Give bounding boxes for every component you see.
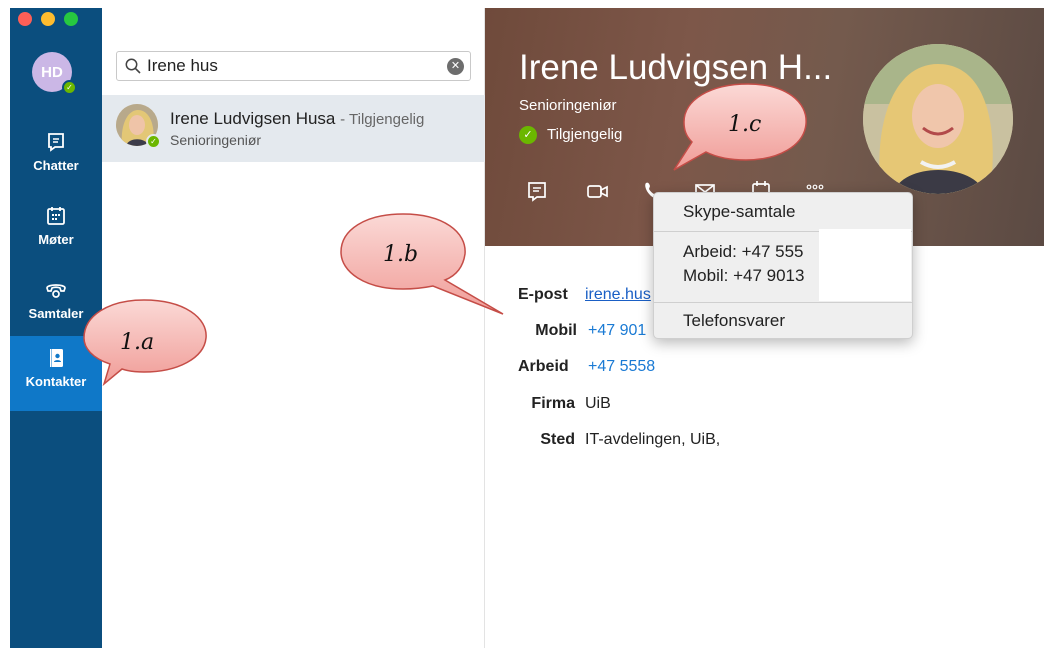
search-box: ✕	[116, 51, 471, 81]
contact-presence-icon: ✓	[146, 134, 161, 149]
email-label: E-post	[518, 286, 568, 303]
phone-icon	[46, 284, 66, 298]
redaction-block	[819, 229, 911, 301]
location-value: IT-avdelingen, UiB,	[585, 431, 721, 448]
video-call-icon[interactable]	[581, 175, 613, 207]
menu-separator	[654, 302, 912, 303]
location-label: Sted	[540, 431, 575, 448]
search-result-item[interactable]: ✓ Irene Ludvigsen Husa - Tilgjengelig Se…	[102, 95, 485, 162]
redaction-block	[683, 348, 733, 378]
search-input[interactable]	[147, 55, 437, 77]
callout-1a: 1.a	[83, 299, 207, 387]
nav-item-moter[interactable]: Møter	[10, 194, 102, 264]
calendar-icon	[47, 207, 65, 225]
result-name: Irene Ludvigsen Husa	[170, 109, 336, 128]
close-window-button[interactable]	[18, 12, 32, 26]
chat-action-icon[interactable]	[521, 175, 553, 207]
contact-status: Tilgjengelig	[547, 126, 623, 143]
menu-item-voicemail[interactable]: Telefonsvarer	[683, 311, 785, 331]
user-initials: HD	[41, 63, 63, 81]
result-status: - Tilgjengelig	[340, 111, 425, 128]
callout-1c-label: 1.c	[728, 112, 761, 137]
mobile-label: Mobil	[535, 322, 577, 339]
result-name-line: Irene Ludvigsen Husa - Tilgjengelig	[170, 109, 424, 129]
nav-label-chatter: Chatter	[33, 158, 79, 173]
nav-label-moter: Møter	[38, 232, 74, 247]
minimize-window-button[interactable]	[41, 12, 55, 26]
callout-1c: 1.c	[673, 83, 807, 171]
menu-item-mobile-phone[interactable]: Mobil: +47 9013	[683, 266, 804, 286]
callout-1b: 1.b	[340, 213, 504, 315]
callout-1b-label: 1.b	[383, 242, 418, 267]
company-label: Firma	[531, 395, 575, 412]
result-title: Senioringeniør	[170, 132, 262, 148]
company-value: UiB	[585, 395, 611, 412]
email-link[interactable]: irene.hus	[585, 286, 651, 304]
chat-icon	[48, 133, 64, 152]
available-status-icon: ✓	[519, 126, 537, 144]
contacts-icon	[49, 349, 63, 367]
callout-1a-label: 1.a	[120, 330, 154, 355]
nav-item-chatter[interactable]: Chatter	[10, 120, 102, 190]
work-number[interactable]: +47 5558	[588, 358, 655, 376]
contact-title: Senioringeniør	[519, 97, 617, 114]
zoom-window-button[interactable]	[64, 12, 78, 26]
clear-search-icon[interactable]: ✕	[447, 58, 464, 75]
contact-photo	[863, 44, 1013, 194]
call-options-menu: Skype-samtale Arbeid: +47 555 Mobil: +47…	[653, 192, 913, 339]
work-label: Arbeid	[518, 358, 569, 375]
menu-item-skype-call[interactable]: Skype-samtale	[683, 202, 795, 222]
user-presence-icon: ✓	[62, 80, 77, 95]
search-icon	[125, 58, 141, 74]
menu-item-work-phone[interactable]: Arbeid: +47 555	[683, 242, 804, 262]
mobile-number[interactable]: +47 901	[588, 322, 646, 340]
